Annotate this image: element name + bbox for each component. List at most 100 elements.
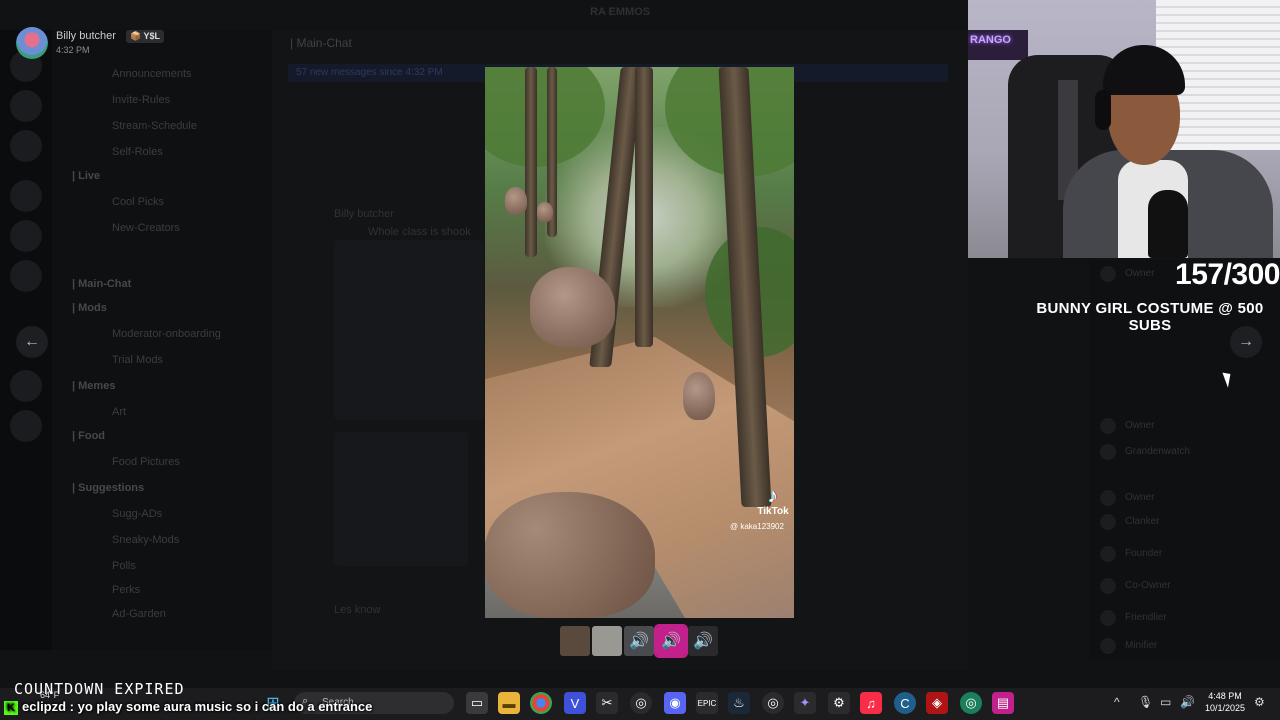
server-icon[interactable] [10, 260, 42, 292]
member-name[interactable]: Clanker [1125, 516, 1159, 527]
previous-media-button[interactable]: ← [16, 326, 48, 358]
apple-music-icon[interactable]: ♫ [860, 692, 882, 714]
display-icon[interactable]: ▭ [1160, 695, 1171, 709]
channel-item[interactable]: | Main-Chat [72, 278, 131, 290]
channel-item[interactable]: Sneaky-Mods [112, 534, 179, 546]
server-icon[interactable] [10, 130, 42, 162]
channel-item[interactable]: Polls [112, 560, 136, 572]
browser-icon[interactable]: C [894, 692, 916, 714]
notification-icon[interactable]: ⚙ [1254, 695, 1265, 709]
member-avatar[interactable] [1100, 444, 1116, 460]
member-avatar[interactable] [1100, 490, 1116, 506]
member-avatar[interactable] [1100, 418, 1116, 434]
microphone-icon[interactable]: 🎙 [1138, 695, 1153, 709]
channel-title: | Main-Chat [290, 36, 352, 50]
webcam-neon-sign: RANGO [970, 34, 1011, 46]
channel-item[interactable]: Food Pictures [112, 456, 180, 468]
channel-item[interactable]: | Suggestions [72, 482, 144, 494]
member-name[interactable]: Grandenwatch [1125, 446, 1190, 457]
ghost-message: Les know [334, 604, 381, 616]
channel-item[interactable]: Perks [112, 584, 140, 596]
ghost-message: Whole class is shook [368, 226, 471, 238]
channel-item[interactable]: Invite-Rules [112, 94, 170, 106]
video-monkey [530, 267, 615, 347]
chevron-up-icon[interactable]: ^ [1114, 695, 1120, 709]
member-avatar[interactable] [1100, 266, 1116, 282]
channel-item[interactable]: Announcements [112, 68, 192, 80]
download-icon[interactable] [10, 410, 42, 442]
settings-icon[interactable]: ⚙ [828, 692, 850, 714]
channel-item[interactable]: | Memes [72, 380, 115, 392]
chat-app-icon[interactable]: ▤ [992, 692, 1014, 714]
epic-games-icon[interactable]: EPIC [696, 692, 718, 714]
member-avatar[interactable] [1100, 546, 1116, 562]
tiktok-icon: ♪ [768, 485, 778, 507]
member-avatar[interactable] [1100, 638, 1116, 654]
member-name[interactable]: Owner [1125, 492, 1154, 503]
vegas-icon[interactable]: V [564, 692, 586, 714]
volume-icon[interactable]: 🔊 [1180, 695, 1195, 709]
member-name[interactable]: Co-Owner [1125, 580, 1171, 591]
channel-item[interactable]: Ad-Garden [112, 608, 166, 620]
channel-item[interactable]: Stream-Schedule [112, 120, 197, 132]
audio-thumbnail-3[interactable]: 🔊 [624, 626, 654, 656]
media-viewer-video[interactable] [485, 67, 794, 618]
webcam-overlay: RANGO [968, 0, 1280, 258]
channel-item[interactable]: | Live [72, 170, 100, 182]
member-name[interactable]: Founder [1125, 548, 1162, 559]
steam-icon[interactable]: ♨ [728, 692, 750, 714]
task-view-icon[interactable]: ▭ [466, 692, 488, 714]
channel-item[interactable]: Sugg-ADs [112, 508, 162, 520]
video-monkey [537, 202, 553, 222]
member-name[interactable]: Friendlier [1125, 612, 1167, 623]
video-tree [525, 67, 537, 257]
message-embed [334, 240, 484, 420]
channel-item[interactable]: Trial Mods [112, 354, 163, 366]
game-controller-icon[interactable]: ✦ [794, 692, 816, 714]
server-icon[interactable] [10, 180, 42, 212]
sub-goal-counter: 157/300 [1175, 258, 1280, 291]
video-monkey [683, 372, 715, 420]
chat-message-text: eclipzd : yo play some aura music so i c… [22, 699, 373, 714]
discord-icon[interactable]: ◉ [664, 692, 686, 714]
channel-item[interactable]: Self-Roles [112, 146, 163, 158]
channel-item[interactable]: Moderator-onboarding [112, 328, 221, 340]
channel-item[interactable]: New-Creators [112, 222, 180, 234]
app-icon[interactable]: ◎ [960, 692, 982, 714]
explore-icon[interactable] [10, 370, 42, 402]
taskbar-clock[interactable]: 4:48 PM 10/1/2025 [1200, 690, 1250, 714]
screen: Announcements Invite-Rules Stream-Schedule… [0, 0, 1280, 720]
audio-thumbnail-5[interactable]: 🔊 [688, 626, 718, 656]
audio-thumbnail-4[interactable]: 🔊 [654, 624, 688, 658]
member-name[interactable]: Minifier [1125, 640, 1157, 651]
file-explorer-icon[interactable]: ▬ [498, 692, 520, 714]
webcam-headset [1095, 90, 1111, 130]
capcut-icon[interactable]: ✂ [596, 692, 618, 714]
chrome-icon[interactable] [530, 692, 552, 714]
channel-item[interactable]: | Food [72, 430, 105, 442]
member-avatar[interactable] [1100, 514, 1116, 530]
member-avatar[interactable] [1100, 610, 1116, 626]
webcam-microphone [1148, 190, 1188, 258]
avatar[interactable] [16, 27, 48, 59]
video-tree [635, 67, 653, 347]
video-monkey [485, 492, 655, 618]
member-avatar[interactable] [1100, 578, 1116, 594]
channel-item[interactable]: Cool Picks [112, 196, 164, 208]
member-name[interactable]: Owner [1125, 420, 1154, 431]
audio-attachment [334, 432, 468, 566]
server-icon[interactable] [10, 90, 42, 122]
tiktok-watermark: ♪ TikTok [755, 486, 791, 517]
channel-item[interactable]: Art [112, 406, 126, 418]
obs-icon[interactable]: ◎ [630, 692, 652, 714]
ghost-author: Billy butcher [334, 208, 394, 220]
image-thumbnail-2[interactable] [592, 626, 622, 656]
app-icon[interactable]: ◎ [762, 692, 784, 714]
author-name[interactable]: Billy butcher [56, 30, 116, 42]
streaming-app-icon[interactable]: ◈ [926, 692, 948, 714]
clock-time: 4:48 PM [1208, 691, 1242, 701]
video-thumbnail-1[interactable] [560, 626, 590, 656]
server-icon[interactable] [10, 220, 42, 252]
tiktok-username: @ kaka123902 [730, 522, 784, 531]
channel-item[interactable]: | Mods [72, 302, 107, 314]
